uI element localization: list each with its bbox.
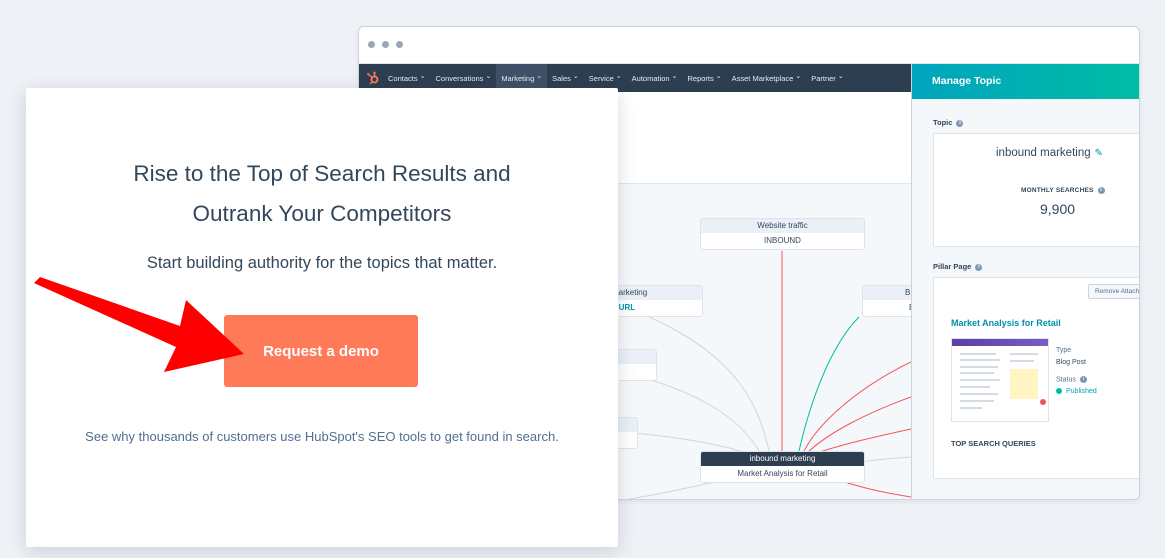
thumbnail-text-line	[960, 353, 996, 355]
thumbnail-text-line	[960, 366, 998, 368]
thumbnail-text-line	[1010, 353, 1038, 355]
node-header: Website traffic	[701, 219, 864, 233]
node-header: inbound marketing	[701, 452, 864, 466]
manage-topic-panel: Manage Topic Topic i inbound marketing ✎ M…	[911, 64, 1139, 499]
thumbnail-marker-icon	[1040, 399, 1046, 405]
nav-item-reports[interactable]: Reports	[682, 64, 726, 92]
thumbnail-text-line	[960, 379, 1000, 381]
info-icon[interactable]: i	[975, 263, 983, 271]
promo-title-line-1: Rise to the Top of Search Results and	[133, 161, 511, 186]
type-value: Blog Post	[1056, 359, 1086, 366]
node-website-traffic[interactable]: Website traffic INBOUND	[700, 218, 865, 250]
info-icon[interactable]: i	[1097, 187, 1105, 194]
topic-label-text: Topic	[933, 118, 953, 127]
status-value-text: Published	[1066, 388, 1097, 395]
topic-value-text: inbound marketing	[996, 147, 1091, 159]
browser-chrome-bar	[359, 27, 1139, 64]
thumbnail-image-block	[1010, 369, 1038, 399]
thumbnail-header-bar	[952, 339, 1048, 346]
thumbnail-text-line	[1010, 360, 1034, 362]
promo-title-line-2: Outrank Your Competitors	[192, 201, 452, 226]
pillar-page-thumbnail[interactable]	[951, 338, 1049, 422]
info-icon[interactable]: i	[1079, 376, 1087, 383]
pencil-edit-icon[interactable]: ✎	[1095, 148, 1103, 159]
promo-title: Rise to the Top of Search Results and Ou…	[26, 154, 618, 234]
status-label-text: Status	[1056, 376, 1076, 384]
thumbnail-text-line	[960, 400, 994, 402]
monthly-searches-text: MONTHLY SEARCHES	[1021, 187, 1094, 195]
status-label: Status i	[1056, 376, 1087, 383]
status-dot-icon	[1056, 388, 1062, 395]
info-icon[interactable]: i	[956, 119, 964, 127]
node-body: Market Analysis for Retail	[737, 469, 828, 478]
window-dot-icon	[396, 41, 403, 48]
node-body: INBOUND	[764, 236, 801, 245]
promo-footer-text: See why thousands of customers use HubSp…	[85, 429, 559, 444]
topic-value: inbound marketing ✎	[996, 147, 1103, 159]
remove-attachment-button[interactable]: Remove Attach	[1088, 284, 1139, 299]
thumbnail-text-line	[960, 407, 982, 409]
pillar-page-card: Remove Attach Market Analysis for Retail…	[933, 277, 1139, 479]
nav-item-asset-marketplace[interactable]: Asset Marketplace	[727, 64, 807, 92]
topic-label: Topic i	[933, 118, 964, 127]
pillar-page-title-link[interactable]: Market Analysis for Retail	[951, 318, 1061, 328]
thumbnail-text-line	[960, 386, 990, 388]
pillar-page-text: Pillar Page	[933, 262, 972, 271]
monthly-searches-value: 9,900	[1040, 201, 1076, 217]
window-dot-icon	[382, 41, 389, 48]
status-badge: Published	[1056, 388, 1097, 395]
nav-item-partner[interactable]: Partner	[806, 64, 848, 92]
pillar-page-label: Pillar Page i	[933, 262, 983, 271]
thumbnail-text-line	[960, 393, 998, 395]
node-pillar-center[interactable]: inbound marketing Market Analysis for Re…	[700, 451, 865, 483]
node-body	[615, 432, 637, 448]
topic-card: inbound marketing ✎ MONTHLY SEARCHES i 9,9…	[933, 133, 1139, 247]
red-arrow-icon	[34, 277, 244, 372]
node-header	[615, 418, 637, 432]
panel-title: Manage Topic	[912, 64, 1139, 99]
thumbnail-text-line	[960, 359, 1000, 361]
top-search-queries-heading: TOP SEARCH QUERIES	[951, 439, 1036, 448]
type-label: Type	[1056, 347, 1072, 354]
thumbnail-text-line	[960, 372, 994, 374]
nav-item-automation[interactable]: Automation	[627, 64, 683, 92]
window-dot-icon	[368, 41, 375, 48]
monthly-searches-label: MONTHLY SEARCHES i	[1021, 187, 1105, 194]
